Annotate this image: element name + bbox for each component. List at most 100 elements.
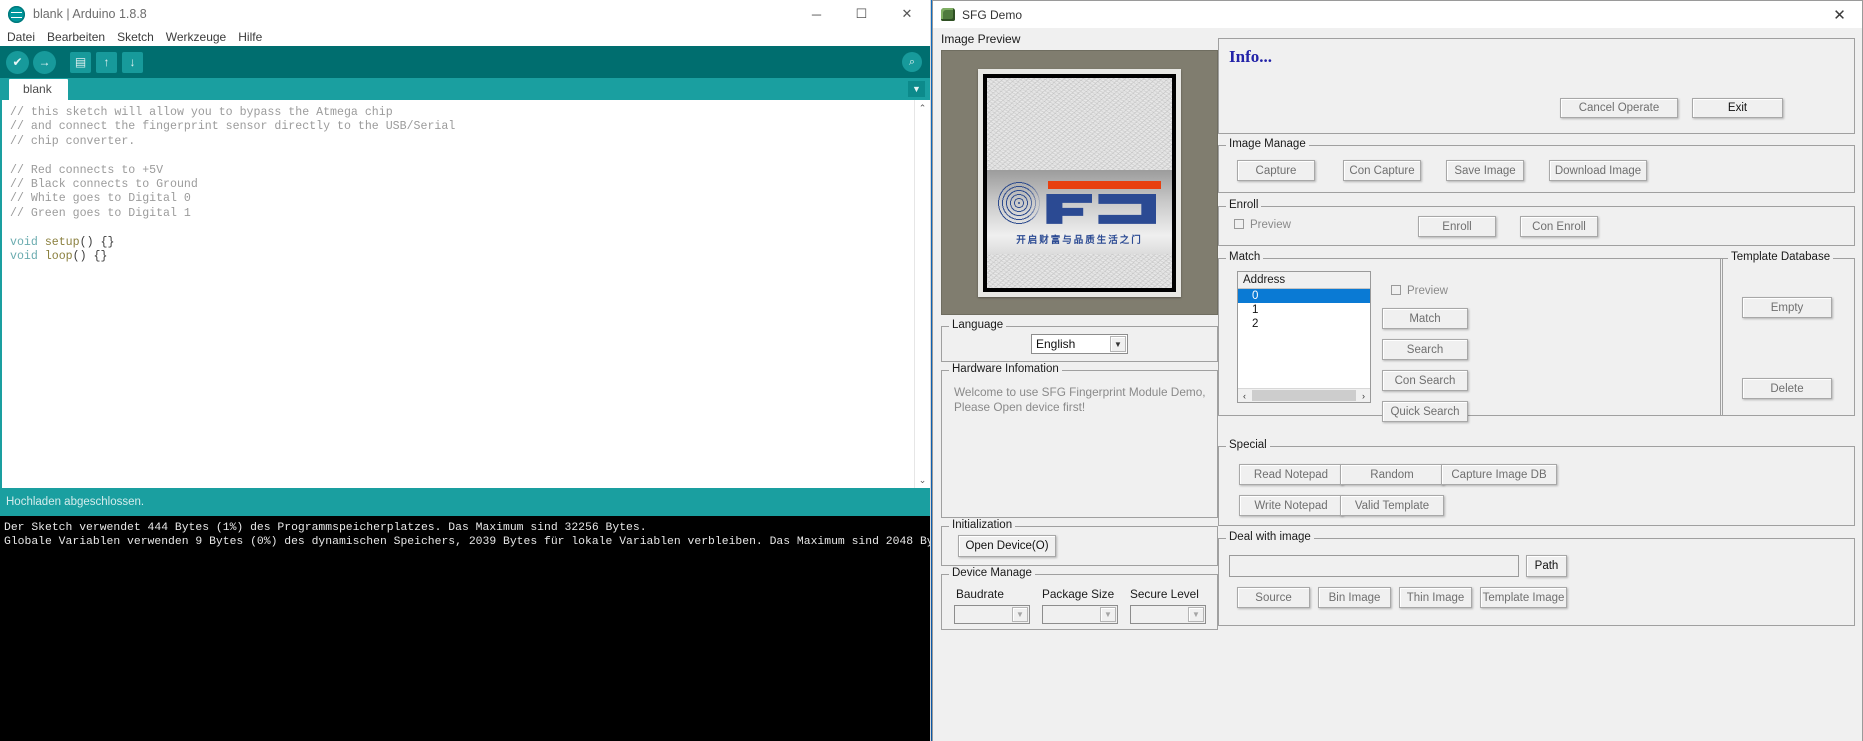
- package-size-select[interactable]: ▼: [1042, 605, 1118, 624]
- device-manage-legend: Device Manage: [949, 567, 1035, 579]
- sfg-client-area: Image Preview 开启财富与品质生活之门 Info... Cancel…: [933, 28, 1862, 741]
- arduino-menubar: Datei Bearbeiten Sketch Werkzeuge Hilfe: [0, 28, 930, 46]
- code-text: // this sketch will allow you to bypass …: [2, 100, 930, 264]
- fingerprint-swirl-icon: [996, 179, 1043, 226]
- initialization-legend: Initialization: [949, 519, 1016, 531]
- checkbox-icon[interactable]: [1234, 219, 1244, 229]
- chevron-down-icon[interactable]: ▼: [1100, 607, 1116, 622]
- serial-monitor-icon[interactable]: ⌕: [902, 52, 922, 72]
- random-button[interactable]: Random: [1340, 464, 1444, 485]
- code-line: // and connect the fingerprint sensor di…: [10, 120, 456, 134]
- open-device-button[interactable]: Open Device(O): [958, 535, 1056, 557]
- logo-red-bar: [1048, 180, 1161, 189]
- editor-scrollbar[interactable]: ⌃ ⌄: [914, 100, 930, 488]
- path-input[interactable]: [1229, 555, 1519, 577]
- info-title: Info...: [1229, 47, 1272, 66]
- download-image-button[interactable]: Download Image: [1549, 160, 1647, 181]
- sfg-app-icon: [941, 8, 955, 21]
- address-column-header: Address: [1238, 272, 1370, 289]
- listbox-hscrollbar[interactable]: ‹ ›: [1238, 388, 1370, 402]
- minimize-button[interactable]: ─: [794, 0, 839, 28]
- hardware-information-text: Welcome to use SFG Fingerprint Module De…: [954, 385, 1206, 414]
- hscroll-thumb[interactable]: [1252, 390, 1356, 401]
- list-item[interactable]: 1: [1238, 303, 1370, 317]
- fingerprint-texture-image: 开启财富与品质生活之门: [987, 77, 1172, 288]
- checkbox-icon[interactable]: [1391, 285, 1401, 295]
- special-group: Special Read Notepad Random Capture Imag…: [1218, 439, 1855, 526]
- list-item[interactable]: 0: [1238, 289, 1370, 303]
- delete-button[interactable]: Delete: [1742, 378, 1832, 399]
- bin-image-button[interactable]: Bin Image: [1318, 587, 1391, 608]
- status-bar: Hochladen abgeschlossen.: [0, 488, 930, 516]
- image-preview-label: Image Preview: [941, 32, 1021, 46]
- sfg-close-icon[interactable]: ✕: [1817, 1, 1862, 28]
- cancel-operate-button[interactable]: Cancel Operate: [1560, 98, 1678, 118]
- menu-item-hilfe[interactable]: Hilfe: [238, 30, 262, 44]
- scroll-right-icon[interactable]: ›: [1357, 391, 1370, 401]
- enroll-preview-checkbox[interactable]: Preview: [1234, 219, 1291, 231]
- language-selected-value: English: [1036, 337, 1076, 351]
- chevron-down-icon[interactable]: ▼: [1012, 607, 1028, 622]
- read-notepad-button[interactable]: Read Notepad: [1239, 464, 1343, 485]
- enroll-button[interactable]: Enroll: [1418, 216, 1496, 237]
- address-listbox[interactable]: Address 012 ‹ ›: [1237, 271, 1371, 403]
- code-line: void setup() {}: [10, 235, 115, 249]
- chevron-down-icon[interactable]: ▼: [1188, 607, 1204, 622]
- menu-item-bearbeiten[interactable]: Bearbeiten: [47, 30, 105, 44]
- match-preview-checkbox[interactable]: Preview: [1391, 285, 1448, 297]
- new-sketch-icon[interactable]: ▤: [70, 51, 91, 73]
- chevron-down-icon[interactable]: ▼: [908, 81, 925, 97]
- save-sketch-icon[interactable]: ↓: [122, 51, 143, 73]
- code-line: // Black connects to Ground: [10, 178, 198, 192]
- match-group: Match Address 012 ‹ › Preview Match Sear…: [1218, 251, 1723, 422]
- arduino-titlebar: blank | Arduino 1.8.8 ─ ☐ ✕: [0, 0, 930, 28]
- template-database-legend: Template Database: [1728, 251, 1834, 263]
- maximize-button[interactable]: ☐: [839, 0, 884, 28]
- con-capture-button[interactable]: Con Capture: [1343, 160, 1421, 181]
- language-legend: Language: [949, 319, 1007, 331]
- capture-image-db-button[interactable]: Capture Image DB: [1441, 464, 1557, 485]
- save-image-button[interactable]: Save Image: [1446, 160, 1524, 181]
- write-notepad-button[interactable]: Write Notepad: [1239, 495, 1343, 516]
- tab-blank[interactable]: blank: [9, 79, 68, 100]
- con-enroll-button[interactable]: Con Enroll: [1520, 216, 1598, 237]
- valid-template-button[interactable]: Valid Template: [1340, 495, 1444, 516]
- match-button[interactable]: Match: [1382, 308, 1468, 329]
- template-image-button[interactable]: Template Image: [1480, 587, 1567, 608]
- menu-item-datei[interactable]: Datei: [7, 30, 35, 44]
- scroll-up-icon[interactable]: ⌃: [915, 100, 930, 116]
- arduino-window-title: blank | Arduino 1.8.8: [33, 7, 147, 21]
- empty-button[interactable]: Empty: [1742, 297, 1832, 318]
- hardware-information-group: Hardware Infomation Welcome to use SFG F…: [941, 363, 1218, 518]
- menu-item-werkzeuge[interactable]: Werkzeuge: [166, 30, 226, 44]
- secure-level-label: Secure Level: [1130, 587, 1199, 601]
- language-select[interactable]: English ▼: [1031, 334, 1128, 354]
- secure-level-select[interactable]: ▼: [1130, 605, 1206, 624]
- con-search-button[interactable]: Con Search: [1382, 370, 1468, 391]
- search-button[interactable]: Search: [1382, 339, 1468, 360]
- close-button[interactable]: ✕: [884, 0, 930, 28]
- scroll-left-icon[interactable]: ‹: [1238, 391, 1251, 401]
- open-sketch-icon[interactable]: ↑: [96, 51, 117, 73]
- thin-image-button[interactable]: Thin Image: [1399, 587, 1472, 608]
- upload-icon[interactable]: →: [33, 50, 56, 74]
- list-item[interactable]: 2: [1238, 317, 1370, 331]
- quick-search-button[interactable]: Quick Search: [1382, 401, 1468, 422]
- template-database-group: Template Database Empty Delete: [1720, 251, 1855, 416]
- exit-button[interactable]: Exit: [1692, 98, 1783, 118]
- baudrate-select[interactable]: ▼: [954, 605, 1030, 624]
- info-panel: Info... Cancel Operate Exit: [1218, 38, 1855, 134]
- verify-icon[interactable]: ✔: [6, 50, 29, 74]
- special-legend: Special: [1226, 439, 1270, 451]
- scroll-down-icon[interactable]: ⌄: [915, 472, 930, 488]
- chevron-down-icon[interactable]: ▼: [1110, 336, 1126, 352]
- path-button[interactable]: Path: [1526, 555, 1567, 577]
- logo-letter-f: [1046, 193, 1093, 224]
- image-manage-group: Image Manage Capture Con Capture Save Im…: [1218, 138, 1855, 193]
- source-button[interactable]: Source: [1237, 587, 1310, 608]
- capture-button[interactable]: Capture: [1237, 160, 1315, 181]
- code-line: // chip converter.: [10, 134, 136, 148]
- code-editor[interactable]: // this sketch will allow you to bypass …: [0, 100, 930, 488]
- menu-item-sketch[interactable]: Sketch: [117, 30, 154, 44]
